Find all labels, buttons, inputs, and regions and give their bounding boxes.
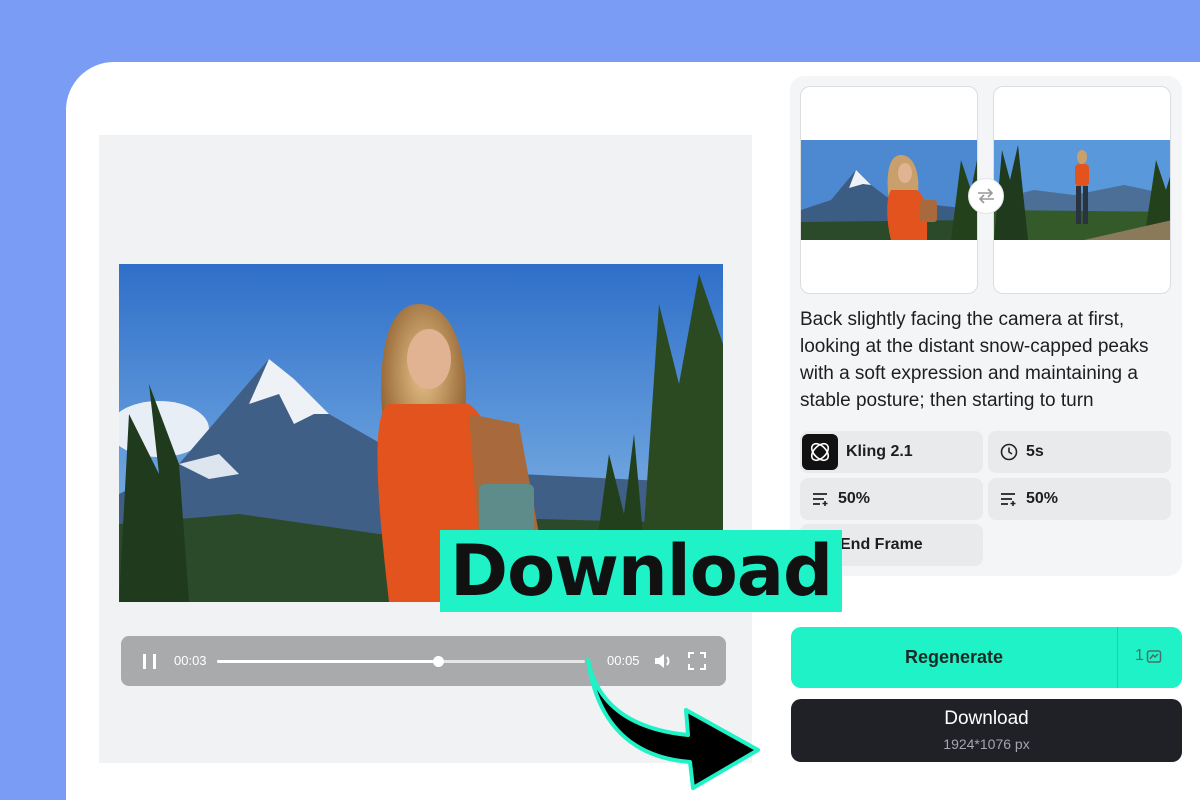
download-label: Download [944, 708, 1029, 729]
end-frame-thumbnail [994, 140, 1170, 240]
regenerate-button[interactable]: Regenerate 1 [791, 627, 1182, 688]
prompt-text: Back slightly facing the camera at first… [800, 309, 1149, 411]
arrow-icon [586, 658, 760, 790]
motion-chip-1[interactable]: 50% [800, 478, 983, 520]
end-frame-label: End Frame [840, 536, 923, 553]
pause-icon[interactable] [141, 654, 159, 669]
start-frame-thumbnail [801, 140, 977, 240]
motion-chip-2[interactable]: 50% [988, 478, 1171, 520]
credits-counter: 1 [1135, 647, 1162, 665]
swap-frames-button[interactable] [968, 178, 1004, 214]
end-frame-card[interactable] [993, 86, 1171, 294]
duration-chip[interactable]: 5s [988, 431, 1171, 473]
download-button[interactable]: Download 1924*1076 px [791, 699, 1182, 762]
regenerate-divider [1117, 627, 1118, 688]
clock-icon [1000, 443, 1018, 461]
swap-icon [978, 188, 994, 204]
duration-label: 5s [1026, 443, 1044, 460]
credits-icon [1146, 650, 1162, 663]
motion-2-label: 50% [1026, 490, 1059, 507]
credits-value: 1 [1135, 647, 1144, 664]
model-chip[interactable]: Kling 2.1 [800, 431, 983, 473]
motion-icon [1000, 491, 1018, 507]
progress-fill [217, 660, 438, 663]
model-label: Kling 2.1 [846, 443, 913, 460]
motion-icon [812, 491, 830, 507]
current-time: 00:03 [174, 653, 207, 668]
regenerate-label: Regenerate [904, 647, 1004, 667]
promo-download-text: Download [440, 530, 843, 612]
model-logo-icon [802, 434, 838, 470]
motion-1-label: 50% [838, 490, 871, 507]
progress-track[interactable] [217, 656, 585, 667]
progress-knob[interactable] [432, 656, 444, 667]
download-resolution: 1924*1076 px [943, 736, 1030, 752]
start-frame-card[interactable] [800, 86, 978, 294]
